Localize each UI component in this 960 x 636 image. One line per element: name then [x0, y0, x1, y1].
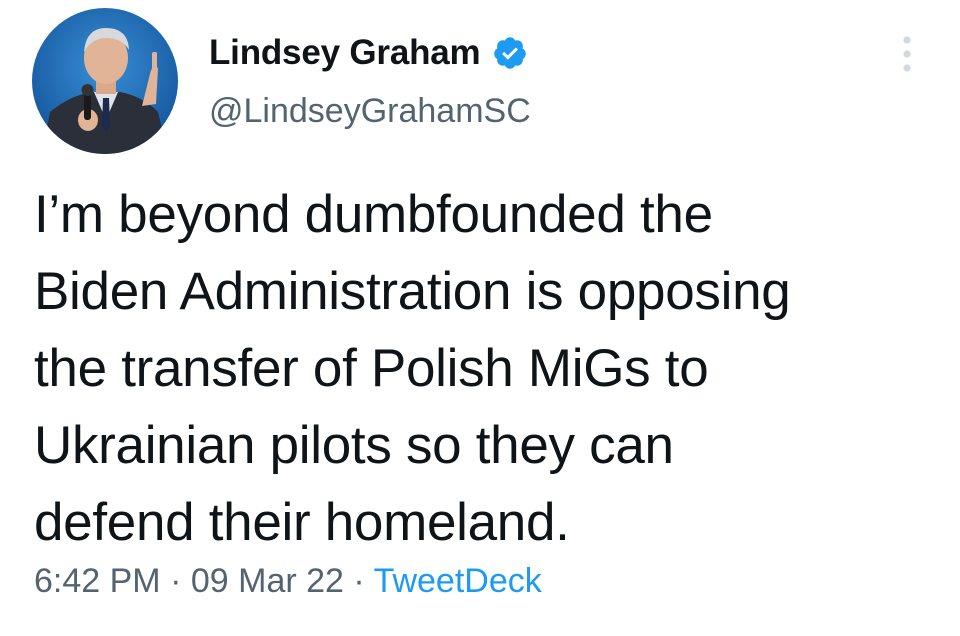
- tweet-metadata: 6:42 PM · 09 Mar 22 · TweetDeck: [34, 562, 542, 601]
- author-display-name[interactable]: Lindsey Graham: [209, 33, 481, 73]
- tweet-text-line: defend their homeland.: [34, 493, 570, 552]
- author-name-row: Lindsey Graham: [209, 30, 528, 76]
- author-handle[interactable]: @LindseyGrahamSC: [209, 92, 531, 131]
- more-options-icon[interactable]: [896, 34, 918, 74]
- tweet-source-link[interactable]: TweetDeck: [374, 562, 542, 600]
- meta-separator: ·: [170, 562, 182, 600]
- tweet-text-line: Ukrainian pilots so they can: [34, 416, 674, 475]
- meta-separator: ·: [353, 562, 365, 600]
- profile-photo-icon: [32, 8, 178, 154]
- tweet-text-line: Biden Administration is opposing: [34, 262, 791, 321]
- tweet-date[interactable]: 09 Mar 22: [191, 562, 344, 600]
- tweet-text: I’m beyond dumbfounded the Biden Adminis…: [34, 176, 934, 561]
- tweet-time[interactable]: 6:42 PM: [34, 562, 161, 600]
- tweet-text-line: the transfer of Polish MiGs to: [34, 339, 709, 398]
- avatar[interactable]: [32, 8, 178, 154]
- verified-badge-icon: [492, 35, 528, 71]
- tweet-text-line: I’m beyond dumbfounded the: [34, 185, 713, 244]
- tweet-card: Lindsey Graham @LindseyGrahamSC I’m beyo…: [0, 0, 960, 636]
